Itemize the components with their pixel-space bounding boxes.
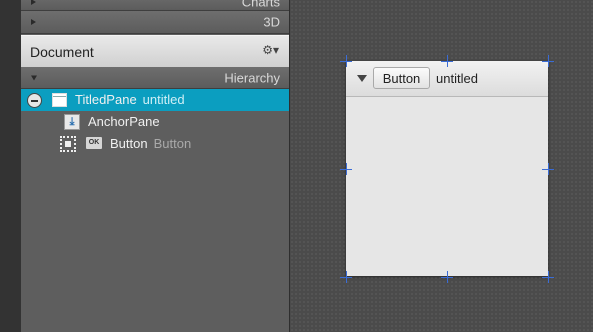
resize-handle-left[interactable] bbox=[340, 163, 352, 175]
tree-row-label: TitledPane untitled bbox=[75, 92, 185, 107]
titledpane-icon bbox=[52, 93, 67, 107]
collapse-arrow-icon[interactable] bbox=[357, 75, 367, 82]
section-3d[interactable]: 3D bbox=[21, 11, 289, 34]
resize-handle-bottom[interactable] bbox=[441, 271, 453, 283]
anchor-icon: ⤓ bbox=[64, 114, 80, 130]
collapse-icon[interactable] bbox=[27, 93, 42, 108]
node-detail: untitled bbox=[142, 92, 185, 107]
tree-row-anchorpane[interactable]: ⤓ AnchorPane bbox=[21, 111, 289, 133]
document-bar: Document ⚙▾ bbox=[21, 35, 289, 69]
content-canvas[interactable]: Button untitled bbox=[290, 0, 593, 332]
titledpane-title: untitled bbox=[436, 71, 478, 86]
expand-arrow-icon bbox=[31, 0, 36, 5]
section-charts[interactable]: Charts bbox=[21, 0, 289, 11]
tree-row-label: AnchorPane bbox=[88, 114, 160, 129]
node-detail: Button bbox=[153, 136, 192, 151]
section-hierarchy-label: Hierarchy bbox=[224, 70, 280, 85]
section-hierarchy[interactable]: Hierarchy bbox=[21, 67, 289, 89]
resize-handle-right[interactable] bbox=[542, 163, 554, 175]
node-name: Button bbox=[110, 136, 148, 151]
resize-handle-top-right[interactable] bbox=[542, 55, 554, 67]
resize-handle-bottom-left[interactable] bbox=[340, 271, 352, 283]
node-name: AnchorPane bbox=[88, 114, 160, 129]
section-charts-label: Charts bbox=[241, 0, 280, 10]
preview-button[interactable]: Button bbox=[373, 67, 430, 89]
titledpane-preview[interactable]: Button untitled bbox=[346, 61, 548, 276]
node-name: TitledPane bbox=[75, 92, 137, 107]
collapse-arrow-icon bbox=[31, 75, 37, 80]
resize-handle-bottom-right[interactable] bbox=[542, 271, 554, 283]
selection-target-icon bbox=[60, 136, 76, 152]
button-ok-icon: OK bbox=[86, 137, 102, 149]
library-panel: Charts 3D Document ⚙▾ Hierarchy TitledPa… bbox=[21, 0, 290, 332]
resize-handle-top-left[interactable] bbox=[340, 55, 352, 67]
section-3d-label: 3D bbox=[263, 14, 280, 30]
tree-row-titledpane[interactable]: TitledPane untitled bbox=[21, 89, 289, 111]
gear-icon[interactable]: ⚙▾ bbox=[262, 43, 279, 57]
tree-row-label: Button Button bbox=[110, 136, 191, 151]
document-title: Document bbox=[30, 44, 94, 60]
left-edge-strip bbox=[0, 0, 21, 332]
resize-handle-top[interactable] bbox=[441, 55, 453, 67]
tree-row-button[interactable]: OK Button Button bbox=[21, 133, 289, 155]
expand-arrow-icon bbox=[31, 19, 36, 25]
